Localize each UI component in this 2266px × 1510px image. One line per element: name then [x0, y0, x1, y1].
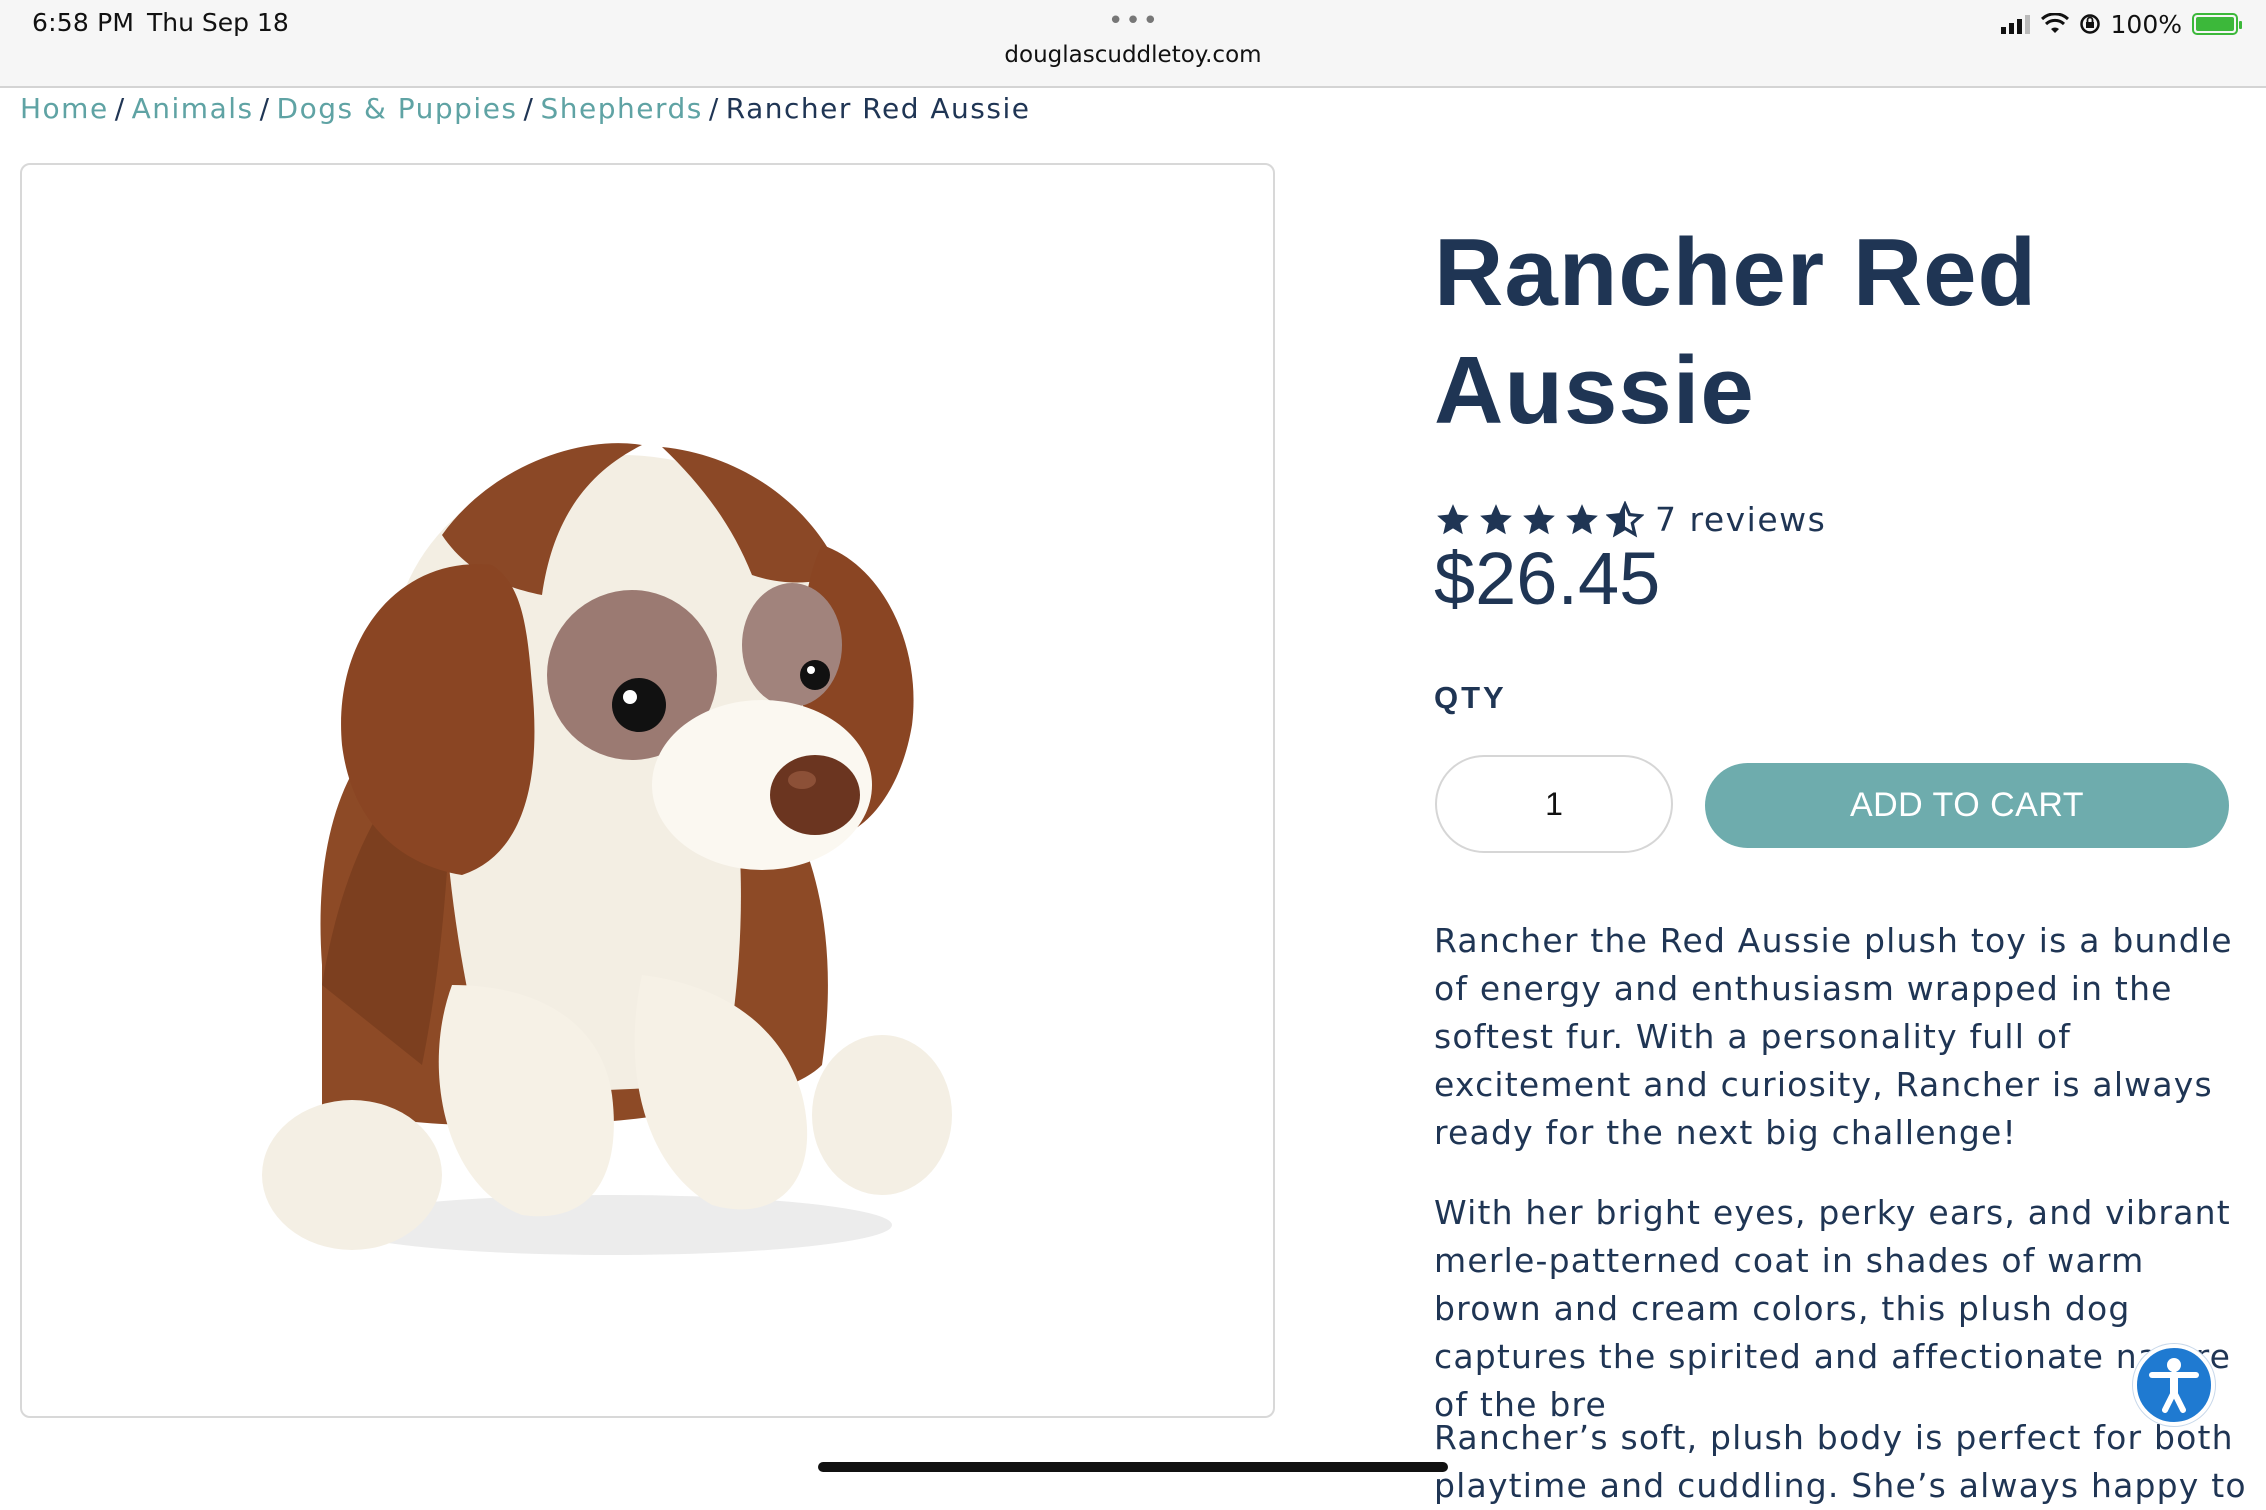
battery-percentage: 100%	[2110, 9, 2182, 39]
product-title-line-1: Rancher Red	[1434, 219, 2038, 326]
star-full-icon	[1480, 503, 1512, 534]
status-date: Thu Sep 18	[147, 8, 289, 37]
rating-stars[interactable]: 7 reviews	[1434, 500, 1826, 539]
star-full-icon	[1437, 503, 1469, 534]
breadcrumb: Home / Animals / Dogs & Puppies / Shepherds / Ra…	[20, 92, 1030, 125]
wifi-icon	[2040, 13, 2069, 33]
home-indicator[interactable]	[818, 1462, 1448, 1472]
qty-label: QTY	[1434, 680, 1507, 715]
star-full-icon	[1566, 503, 1598, 534]
accessibility-button[interactable]	[2133, 1344, 2215, 1426]
breadcrumb-separator: /	[708, 92, 720, 125]
status-time: 6:58 PM	[32, 8, 135, 37]
status-bar: 6:58 PM Thu Sep 18 ••• douglascuddletoy.…	[0, 0, 2266, 88]
address-bar-url[interactable]: douglascuddletoy.com	[0, 42, 2266, 68]
breadcrumb-animals[interactable]: Animals	[132, 92, 254, 125]
battery-icon	[2192, 13, 2242, 35]
breadcrumb-separator: /	[259, 92, 271, 125]
product-image-panel[interactable]	[20, 163, 1275, 1418]
signal-icon	[2000, 15, 2030, 34]
product-price: $26.45	[1434, 537, 1661, 620]
description-paragraph-1: Rancher the Red Aussie plush toy is a bu…	[1434, 921, 2233, 1152]
breadcrumb-current: Rancher Red Aussie	[725, 92, 1031, 125]
status-icons: 100%	[2000, 8, 2242, 40]
more-dots-icon[interactable]: •••	[1108, 6, 1160, 36]
accessibility-icon	[2149, 1358, 2199, 1413]
star-full-icon	[1523, 503, 1555, 534]
reviews-link[interactable]: 7 reviews	[1655, 500, 1826, 539]
description-paragraph-3: Rancher’s soft, plush body is perfect fo…	[1434, 1418, 2247, 1505]
orientation-lock-icon	[2079, 14, 2100, 34]
breadcrumb-separator: /	[114, 92, 126, 125]
quantity-input[interactable]	[1435, 755, 1673, 853]
breadcrumb-home[interactable]: Home	[20, 92, 109, 125]
breadcrumb-dogs-puppies[interactable]: Dogs & Puppies	[277, 92, 518, 125]
product-title-line-2: Aussie	[1434, 337, 1755, 444]
product-image-plush-dog[interactable]	[22, 165, 1275, 1418]
description-paragraph-2: With her bright eyes, perky ears, and vi…	[1434, 1193, 2232, 1424]
breadcrumb-separator: /	[523, 92, 535, 125]
breadcrumb-shepherds[interactable]: Shepherds	[540, 92, 702, 125]
add-to-cart-button[interactable]: ADD TO CART	[1705, 763, 2229, 848]
product-title: Rancher Red Aussie	[1434, 214, 2234, 450]
star-half-icon	[1606, 500, 1644, 538]
